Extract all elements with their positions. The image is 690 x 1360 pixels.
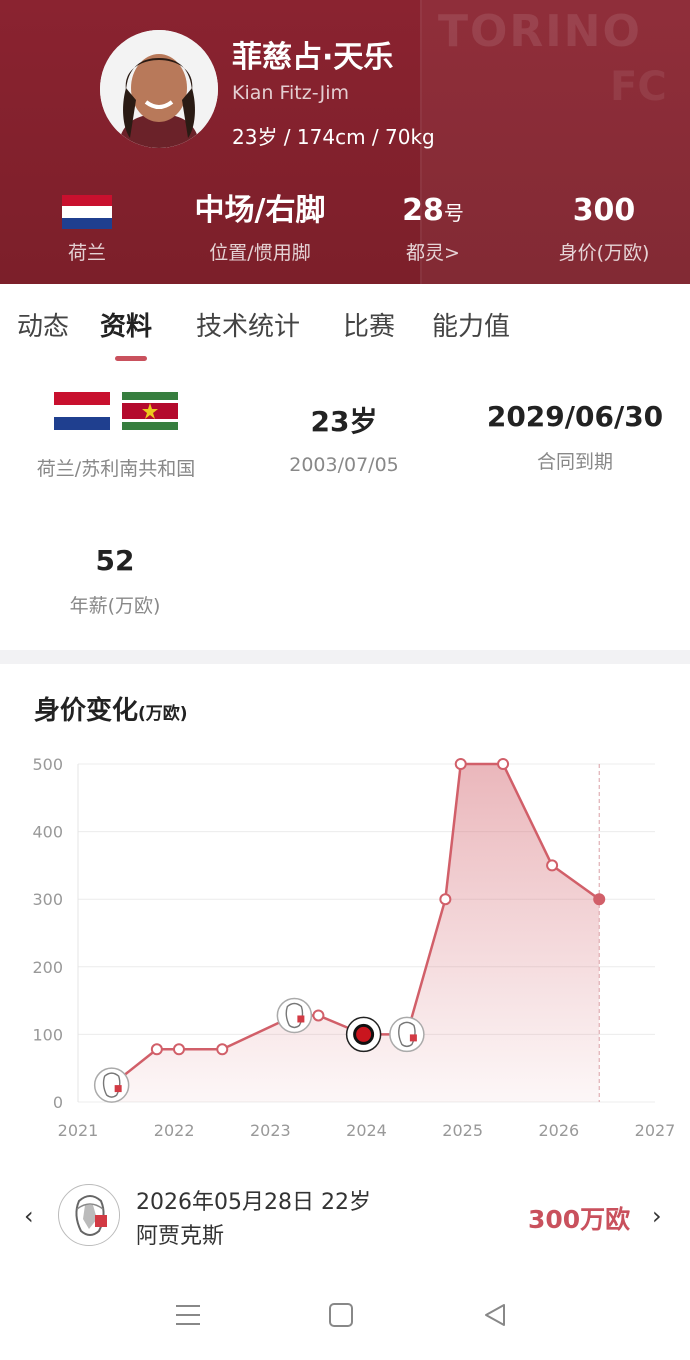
nationality-label: 荷兰 bbox=[67, 242, 106, 264]
nationality-text: 荷兰/苏利南共和国 bbox=[36, 458, 196, 480]
back-triangle-icon[interactable] bbox=[482, 1302, 508, 1332]
age-value: 23岁 bbox=[310, 405, 378, 438]
y-tick-label: 100 bbox=[32, 1025, 63, 1044]
menu-icon[interactable] bbox=[174, 1302, 202, 1332]
player-profile-page: TORINO FC 菲慈占·天乐 Kian Fitz-Jim 23岁 / 174… bbox=[0, 0, 690, 1360]
data-point bbox=[150, 1043, 163, 1056]
club-link[interactable]: 都灵> bbox=[385, 238, 481, 265]
record-value: 300万欧 bbox=[528, 1205, 631, 1234]
tab-profile[interactable]: 资料 bbox=[100, 306, 152, 343]
y-tick-label: 200 bbox=[32, 958, 63, 977]
data-point bbox=[312, 1009, 325, 1022]
data-point bbox=[439, 893, 452, 906]
record-date-age: 2026年05月28日 22岁 bbox=[136, 1190, 371, 1215]
suriname-flag-icon bbox=[122, 392, 178, 430]
record-club: 阿贾克斯 bbox=[136, 1224, 225, 1249]
y-tick-label: 500 bbox=[32, 755, 63, 774]
data-point bbox=[216, 1043, 229, 1056]
netherlands-flag-icon bbox=[54, 392, 110, 431]
player-name-en: Kian Fitz-Jim bbox=[232, 82, 350, 104]
current-data-point bbox=[593, 893, 606, 906]
shirt-number-suffix: 号 bbox=[443, 201, 464, 225]
value-area bbox=[111, 764, 600, 1102]
stat-nationality: 荷兰 bbox=[42, 190, 132, 265]
y-tick-label: 400 bbox=[32, 823, 63, 842]
x-tick-label: 2026 bbox=[538, 1121, 579, 1140]
birthdate-value: 2003/07/05 bbox=[289, 454, 399, 476]
salary-value: 52 bbox=[95, 544, 135, 577]
y-tick-label: 300 bbox=[32, 890, 63, 909]
value-record-row[interactable]: ‹ 2026年05月28日 22岁 阿贾克斯 300万欧 › bbox=[0, 1170, 690, 1260]
club-watermark-text-fc: FC bbox=[610, 64, 667, 110]
stat-position: 中场/右脚 位置/惯用脚 bbox=[185, 190, 335, 265]
tab-news[interactable]: 动态 bbox=[17, 306, 69, 343]
data-point bbox=[172, 1043, 185, 1056]
chart-title: 身价变化(万欧) bbox=[34, 690, 188, 727]
player-name-cn: 菲慈占·天乐 bbox=[232, 40, 394, 75]
tab-ratings[interactable]: 能力值 bbox=[432, 306, 510, 343]
chart-title-unit: (万欧) bbox=[138, 704, 188, 724]
contract-cell: 2029/06/30 合同到期 bbox=[480, 400, 670, 474]
market-value: 300 bbox=[572, 193, 636, 228]
tab-matches[interactable]: 比赛 bbox=[343, 306, 395, 343]
salary-label: 年薪(万欧) bbox=[69, 595, 161, 617]
contract-end-value: 2029/06/30 bbox=[486, 400, 664, 433]
player-avatar bbox=[100, 30, 218, 148]
chevron-right-icon[interactable]: › bbox=[652, 1202, 662, 1230]
chevron-left-icon[interactable]: ‹ bbox=[24, 1202, 34, 1230]
home-square-icon[interactable] bbox=[328, 1302, 354, 1332]
ajax-logo-red bbox=[297, 1015, 305, 1023]
ajax-logo-icon bbox=[58, 1184, 120, 1246]
tab-bar: 动态 资料 技术统计 比赛 能力值 bbox=[0, 284, 690, 364]
x-tick-label: 2023 bbox=[250, 1121, 291, 1140]
x-tick-label: 2022 bbox=[154, 1121, 195, 1140]
nationality-cell: 荷兰/苏利南共和国 bbox=[10, 392, 222, 481]
x-tick-label: 2027 bbox=[635, 1121, 676, 1140]
tab-tech-stats[interactable]: 技术统计 bbox=[196, 306, 300, 343]
x-tick-label: 2025 bbox=[442, 1121, 483, 1140]
x-tick-label: 2024 bbox=[346, 1121, 387, 1140]
player-header: TORINO FC 菲慈占·天乐 Kian Fitz-Jim 23岁 / 174… bbox=[0, 0, 690, 284]
section-divider bbox=[0, 650, 690, 664]
age-cell: 23岁 2003/07/05 bbox=[264, 400, 424, 476]
active-tab-indicator bbox=[115, 356, 147, 361]
data-point bbox=[497, 758, 510, 770]
system-nav-bar bbox=[0, 1272, 690, 1360]
data-point bbox=[546, 859, 559, 872]
ajax-logo-red bbox=[114, 1085, 122, 1093]
salary-cell: 52 年薪(万欧) bbox=[40, 544, 190, 618]
contract-end-label: 合同到期 bbox=[536, 451, 613, 473]
stat-number-club[interactable]: 28号 都灵> bbox=[385, 190, 481, 265]
stat-market-value: 300 身价(万欧) bbox=[546, 190, 662, 265]
netherlands-flag-icon bbox=[62, 195, 112, 229]
y-tick-label: 0 bbox=[53, 1093, 63, 1112]
position-value: 中场/右脚 bbox=[194, 193, 326, 228]
shirt-number: 28 bbox=[402, 193, 444, 228]
x-tick-label: 2021 bbox=[58, 1121, 99, 1140]
position-label: 位置/惯用脚 bbox=[209, 242, 311, 264]
chart-title-text: 身价变化 bbox=[34, 696, 139, 726]
ajax-logo-red bbox=[409, 1034, 417, 1042]
club-watermark-text: TORINO bbox=[438, 6, 642, 57]
excelsior-logo-core bbox=[353, 1023, 375, 1045]
market-value-chart[interactable]: 0 100 200 300 400 500 2021 2022 2023 2024 2025 2026… bbox=[0, 740, 690, 1160]
market-value-label: 身价(万欧) bbox=[558, 242, 650, 264]
player-bio: 23岁 / 174cm / 70kg bbox=[232, 125, 435, 149]
profile-info: 荷兰/苏利南共和国 23岁 2003/07/05 2029/06/30 合同到期… bbox=[0, 366, 690, 648]
data-point bbox=[454, 758, 467, 770]
